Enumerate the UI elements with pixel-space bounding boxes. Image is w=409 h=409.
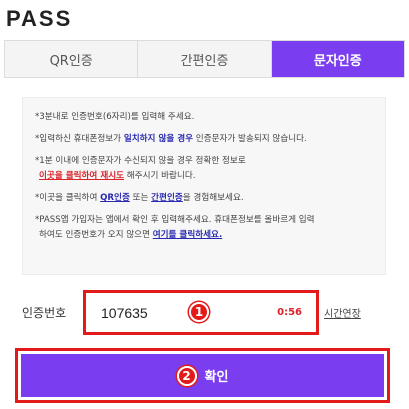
notice-text: *PASS앱 가입자는 앱에서 확인 후 입력해주세요. 휴대폰정보를 올바르게… (35, 215, 315, 225)
notice-line-other-auth: *이곳을 클릭하여 QR인증 또는 간편인증을 경험해보세요. (35, 191, 375, 206)
confirm-button[interactable]: 2 확인 (21, 354, 384, 397)
step-one-badge: 1 (189, 302, 209, 322)
notice-box: *3분내로 인증번호(6자리)를 입력해 주세요. *입력하신 휴대폰정보가 일… (22, 97, 386, 275)
verification-code-input[interactable]: 107635 1 0:56 (83, 290, 319, 335)
notice-text: 을 경험해보세요. (182, 193, 244, 203)
help-click-link[interactable]: 여기를 클릭하세요. (153, 230, 223, 240)
notice-subline: 하여도 인증번호가 오지 않으면 여기를 클릭하세요. (35, 228, 375, 243)
notice-line-time-limit: *3분내로 인증번호(6자리)를 입력해 주세요. (35, 112, 195, 122)
pass-logo: PASS (6, 6, 73, 31)
notice-text: *이곳을 클릭하여 (35, 193, 101, 203)
auth-tabs: QR인증 간편인증 문자인증 (4, 40, 405, 78)
notice-text: 또는 (129, 193, 152, 203)
retry-link[interactable]: 이곳을 클릭하여 재시도 (39, 171, 124, 181)
notice-text: 인증문자가 발송되지 않습니다. (193, 134, 307, 144)
tab-sms-auth[interactable]: 문자인증 (271, 41, 404, 77)
notice-subline: 이곳을 클릭하여 재시도 해주시기 바랍니다. (35, 169, 375, 184)
notice-text: 하여도 인증번호가 오지 않으면 (39, 230, 153, 240)
notice-text: *입력하신 휴대폰정보가 (35, 134, 124, 144)
tab-simple-auth[interactable]: 간편인증 (138, 41, 272, 77)
step-two-badge: 2 (176, 365, 197, 386)
simple-auth-link[interactable]: 간편인증 (151, 193, 183, 203)
notice-text: 해주시기 바랍니다. (124, 171, 196, 181)
notice-line-retry: *1분 이내에 인증문자가 수신되지 않을 경우 정확한 정보로 이곳을 클릭하… (35, 154, 375, 184)
notice-text: *1분 이내에 인증문자가 수신되지 않을 경우 정확한 정보로 (35, 156, 246, 166)
notice-line-pass-app: *PASS앱 가입자는 앱에서 확인 후 입력해주세요. 휴대폰정보를 올바르게… (35, 213, 375, 243)
confirm-button-label: 확인 (204, 370, 229, 385)
tab-qr-auth[interactable]: QR인증 (5, 41, 139, 77)
mismatch-highlight: 일치하지 않을 경우 (123, 134, 194, 144)
qr-auth-link[interactable]: QR인증 (100, 193, 130, 203)
countdown-timer: 0:56 (277, 307, 302, 318)
notice-line-mismatch: *입력하신 휴대폰정보가 일치하지 않을 경우 인증문자가 발송되지 않습니다. (35, 132, 375, 147)
verification-code-value[interactable]: 107635 (101, 305, 148, 321)
confirm-highlight-frame: 2 확인 (15, 348, 390, 403)
code-label: 인증번호 (22, 306, 67, 320)
extend-time-link[interactable]: 시간연장 (324, 305, 361, 320)
